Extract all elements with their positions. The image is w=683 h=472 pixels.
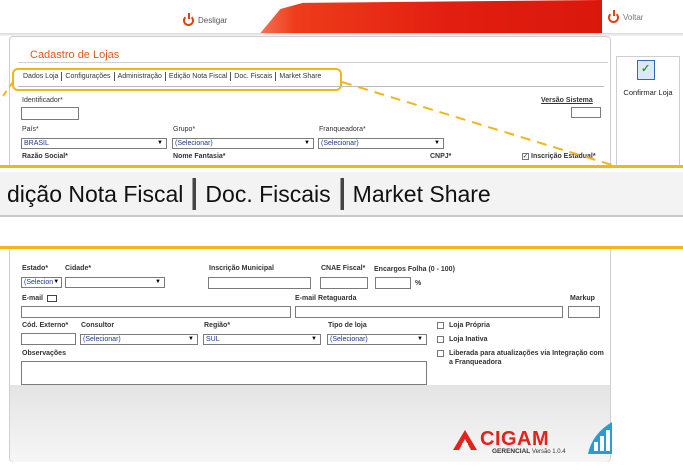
- chevron-down-icon: ▼: [304, 140, 310, 146]
- cidade-select[interactable]: ▼: [65, 277, 165, 288]
- markup-input[interactable]: [568, 306, 600, 318]
- franqueadora-select[interactable]: (Selecionar) ▼: [318, 138, 444, 149]
- checkbox-icon: [437, 336, 444, 343]
- versao-label: Versão Sistema: [541, 97, 593, 104]
- cigam-symbol-icon: [453, 429, 477, 450]
- email-retag-input[interactable]: [295, 306, 563, 318]
- email-label: E-mail: [22, 295, 44, 302]
- versao-input[interactable]: [571, 107, 601, 118]
- chevron-down-icon: ▼: [157, 140, 163, 146]
- zoom-tabs: dição Nota Fiscal Doc. Fiscais Market Sh…: [0, 177, 500, 211]
- pais-select[interactable]: BRASIL ▼: [21, 138, 167, 149]
- consultor-label: Consultor: [81, 322, 115, 329]
- loja-propria-label: Loja Própria: [449, 322, 490, 329]
- pais-label: País*: [22, 126, 39, 133]
- email-label-group: E-mail: [22, 295, 58, 302]
- identificador-input[interactable]: [21, 107, 79, 120]
- encargos-input[interactable]: [375, 277, 411, 289]
- loja-inativa-label: Loja Inativa: [449, 336, 488, 343]
- grupo-label: Grupo*: [173, 126, 196, 133]
- consultor-value: (Selecionar): [83, 336, 121, 343]
- logo-sub: GERENCIAL: [492, 448, 531, 455]
- power-icon: [608, 10, 619, 23]
- checkbox-icon: [437, 322, 444, 329]
- chevron-down-icon: ▼: [417, 336, 423, 342]
- franqueadora-value: (Selecionar): [321, 140, 359, 147]
- zoom-tab-edicao: dição Nota Fiscal: [7, 180, 184, 207]
- chevron-down-icon: ▼: [155, 279, 161, 285]
- consultor-select[interactable]: (Selecionar) ▼: [80, 334, 198, 345]
- inscr-mun-input[interactable]: [208, 277, 311, 289]
- encargos-label: Encargos Folha (0 - 100): [374, 266, 455, 273]
- confirm-icon: [637, 60, 655, 80]
- loja-inativa-checkbox[interactable]: Loja Inativa: [437, 336, 488, 343]
- zoom-border-top: [0, 165, 683, 168]
- liberada-label: Liberada para atualizações via Integraçã…: [449, 350, 604, 366]
- grupo-select[interactable]: (Selecionar) ▼: [172, 138, 314, 149]
- regiao-value: SUL: [206, 336, 220, 343]
- email-retag-label: E-mail Retaguarda: [295, 295, 357, 302]
- regiao-select[interactable]: SUL ▼: [203, 334, 321, 345]
- liberada-checkbox[interactable]: Liberada para atualizações via Integraçã…: [437, 349, 607, 367]
- markup-label: Markup: [570, 295, 595, 302]
- tipo-value: (Selecionar): [330, 336, 368, 343]
- back-label: Voltar: [623, 13, 644, 22]
- tab-underline: [18, 86, 604, 87]
- logo-subtitle: GERENCIAL Versão 1.0.4: [492, 448, 566, 455]
- ie-label: Inscrição Estadual*: [531, 153, 596, 160]
- confirm-label: Confirmar Loja: [623, 88, 673, 97]
- loja-propria-checkbox[interactable]: Loja Própria: [437, 322, 490, 329]
- obs-textarea[interactable]: [21, 361, 427, 385]
- inscr-mun-label: Inscrição Municipal: [209, 265, 274, 272]
- identificador-label: Identificador*: [22, 97, 63, 104]
- franqueadora-label: Franqueadora*: [319, 126, 366, 133]
- chevron-down-icon: ▼: [311, 336, 317, 342]
- tipo-label: Tipo de loja: [328, 322, 367, 329]
- cod-ext-input[interactable]: [21, 333, 76, 345]
- estado-select[interactable]: (Selecion ▼: [21, 277, 62, 288]
- logout-button[interactable]: Desligar: [183, 12, 228, 27]
- chevron-down-icon: ▼: [434, 140, 440, 146]
- grupo-value: (Selecionar): [175, 140, 213, 147]
- cnae-label: CNAE Fiscal*: [321, 265, 366, 272]
- razao-label: Razão Social*: [22, 153, 68, 160]
- page-title: Cadastro de Lojas: [30, 49, 120, 61]
- cnpj-label: CNPJ*: [430, 153, 452, 160]
- tipo-select[interactable]: (Selecionar) ▼: [327, 334, 427, 345]
- percent-label: %: [415, 280, 422, 287]
- cnae-input[interactable]: [320, 277, 368, 289]
- cidade-label: Cidade*: [65, 265, 92, 272]
- envelope-icon[interactable]: [47, 295, 58, 302]
- checkbox-icon: [437, 350, 444, 357]
- power-icon: [183, 12, 194, 26]
- app-window: Desligar Voltar Cadastro de Lojas Dados …: [0, 0, 683, 472]
- bar-chart-icon: [588, 422, 612, 454]
- logo-version: Versão 1.0.4: [531, 449, 566, 455]
- tabs-highlight-ring: [12, 68, 342, 91]
- chevron-down-icon: ▼: [53, 279, 60, 285]
- estado-label: Estado*: [22, 265, 49, 272]
- back-button[interactable]: Voltar: [608, 10, 644, 23]
- email-input[interactable]: [21, 306, 291, 318]
- title-divider: [18, 62, 608, 63]
- zoom-border-bottom: [0, 246, 683, 249]
- estado-value: (Selecion: [24, 279, 54, 286]
- logout-label: Desligar: [198, 15, 228, 25]
- zoom-tab-market-share: Market Share: [352, 180, 491, 207]
- checkbox-checked-icon: ✓: [522, 152, 529, 160]
- cod-ext-label: Cód. Externo*: [22, 322, 69, 329]
- chevron-down-icon: ▼: [188, 336, 194, 342]
- fantasia-label: Nome Fantasia*: [173, 153, 226, 160]
- pais-value: BRASIL: [24, 140, 49, 147]
- inscricao-estadual-checkbox[interactable]: ✓ Inscrição Estadual*: [522, 153, 596, 160]
- obs-label: Observações: [22, 350, 66, 357]
- zoom-tab-doc-fiscais: Doc. Fiscais: [205, 180, 331, 207]
- regiao-label: Região*: [204, 322, 231, 329]
